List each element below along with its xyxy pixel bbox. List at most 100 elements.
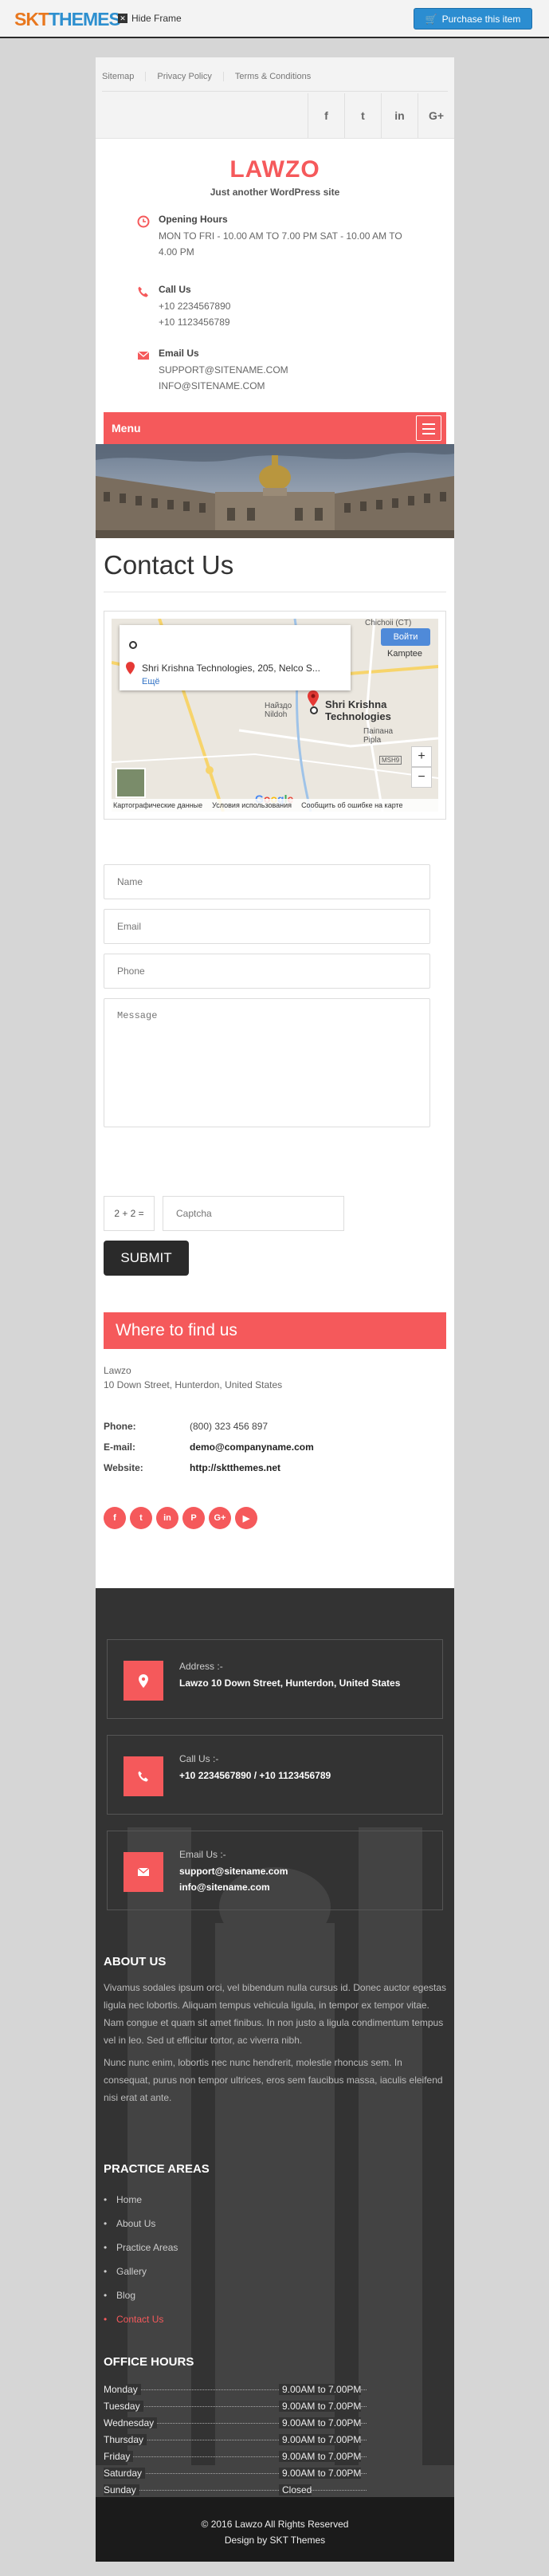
map-card-address: Shri Krishna Technologies, 205, Nelco S.… xyxy=(142,663,320,674)
social-icons-row: f t in P G+ ▶ xyxy=(104,1507,257,1529)
linkedin-icon[interactable]: in xyxy=(381,93,418,138)
office-hours-heading: OFFICE HOURS xyxy=(104,2355,194,2369)
copyright-text: © 2016 Lawzo All Rights Reserved xyxy=(201,2519,349,2530)
footer-email-1[interactable]: support@sitename.com xyxy=(179,1863,288,1879)
map-embed: Chichoii (CT) Kamptee Найздо Nildoh Паіп… xyxy=(104,611,446,820)
phone-field[interactable] xyxy=(104,954,430,989)
footer-link-home[interactable]: Home xyxy=(104,2188,178,2212)
website-label: Website: xyxy=(104,1462,143,1473)
email-address-2: INFO@SITENAME.COM xyxy=(159,380,265,391)
hamburger-icon[interactable] xyxy=(416,415,441,441)
hours-day: Thursday xyxy=(104,2434,147,2445)
email-us-block: Email Us SUPPORT@SITENAME.COM INFO@SITEN… xyxy=(137,348,424,395)
map-canvas[interactable]: Chichoii (CT) Kamptee Найздо Nildoh Паіп… xyxy=(112,619,438,812)
email-label: E-mail: xyxy=(104,1441,136,1453)
facebook-icon[interactable]: f xyxy=(308,93,344,138)
brand-suffix: THEMES xyxy=(49,9,121,29)
location-address: 10 Down Street, Hunterdon, United States xyxy=(104,1379,283,1390)
footer-link-about-us[interactable]: About Us xyxy=(104,2212,178,2236)
phone-icon xyxy=(124,1756,163,1796)
privacy-policy-link[interactable]: Privacy Policy xyxy=(157,72,224,81)
hours-day: Friday xyxy=(104,2451,134,2462)
footer-link-contact-us[interactable]: Contact Us xyxy=(104,2307,178,2331)
map-label: Паіпана Pipla xyxy=(363,727,394,745)
map-login-button[interactable]: Войти xyxy=(381,628,430,646)
captcha-field[interactable] xyxy=(163,1196,344,1231)
about-us-paragraph-2: Nunc nunc enim, lobortis nec nunc hendre… xyxy=(104,2057,443,2103)
google-plus-icon[interactable]: G+ xyxy=(418,93,454,138)
hours-time: 9.00AM to 7.00PM xyxy=(279,2384,362,2395)
facebook-icon[interactable]: f xyxy=(104,1507,126,1529)
terms-link[interactable]: Terms & Conditions xyxy=(235,72,322,81)
linkedin-icon[interactable]: in xyxy=(156,1507,178,1529)
phone-value: (800) 323 456 897 xyxy=(190,1421,269,1432)
email-value[interactable]: demo@companyname.com xyxy=(190,1441,314,1453)
zoom-out-button[interactable]: − xyxy=(411,767,432,788)
hours-time: 9.00AM to 7.00PM xyxy=(279,2434,362,2445)
sitemap-link[interactable]: Sitemap xyxy=(102,72,147,81)
zoom-in-button[interactable]: + xyxy=(411,746,432,767)
youtube-icon[interactable]: ▶ xyxy=(235,1507,257,1529)
map-login-label: Войти xyxy=(393,632,418,642)
site-title[interactable]: LAWZO xyxy=(96,156,454,183)
header-banner-image xyxy=(96,444,454,538)
footer-link-gallery[interactable]: Gallery xyxy=(104,2259,178,2283)
call-us-values: +10 2234567890 +10 1123456789 xyxy=(159,298,414,330)
footer-call-box: Call Us :- +10 2234567890 / +10 11234567… xyxy=(107,1735,443,1815)
where-to-find-us-heading: Where to find us xyxy=(104,1312,446,1349)
footer-link-practice-areas[interactable]: Practice Areas xyxy=(104,2236,178,2259)
pinterest-icon[interactable]: P xyxy=(182,1507,205,1529)
google-plus-icon[interactable]: G+ xyxy=(209,1507,231,1529)
map-report-link[interactable]: Сообщить об ошибке на карте xyxy=(301,801,402,809)
map-pin-icon xyxy=(126,662,135,678)
map-label: Chichoii (CT) xyxy=(365,619,412,627)
header-social-links: f t in G+ xyxy=(308,93,454,138)
map-business-label: Shri Krishna Technologies xyxy=(325,698,391,722)
purchase-button[interactable]: 🛒 Purchase this item xyxy=(414,8,532,29)
skt-themes-logo[interactable]: SKTTHEMES xyxy=(14,9,121,30)
map-terms-link[interactable]: Условия использования xyxy=(212,801,292,809)
footer-address-box: Address :- Lawzo 10 Down Street, Hunterd… xyxy=(107,1639,443,1719)
email-us-values: SUPPORT@SITENAME.COM INFO@SITENAME.COM xyxy=(159,362,414,394)
practice-areas-list: Home About Us Practice Areas Gallery Blo… xyxy=(104,2188,178,2331)
hours-time: 9.00AM to 7.00PM xyxy=(279,2417,362,2429)
site-footer: Address :- Lawzo 10 Down Street, Hunterd… xyxy=(96,1588,454,2562)
footer-email-values: support@sitename.com info@sitename.com xyxy=(179,1863,288,1895)
footer-email-2[interactable]: info@sitename.com xyxy=(179,1879,288,1895)
hours-time: 9.00AM to 7.00PM xyxy=(279,2468,362,2479)
envelope-icon xyxy=(124,1852,163,1892)
submit-button[interactable]: SUBMIT xyxy=(104,1241,189,1276)
main-menu-bar[interactable]: Menu xyxy=(104,412,446,444)
page-frame: Sitemap Privacy Policy Terms & Condition… xyxy=(96,57,454,2562)
brand-prefix: SKT xyxy=(14,9,49,29)
office-hours-list: Monday 9.00AM to 7.00PM Tuesday 9.00AM to … xyxy=(104,2382,367,2499)
map-data-link[interactable]: Картографические данные xyxy=(113,801,202,809)
twitter-icon[interactable]: t xyxy=(130,1507,152,1529)
name-field[interactable] xyxy=(104,864,430,899)
site-tagline: Just another WordPress site xyxy=(210,187,340,198)
opening-hours-title: Opening Hours xyxy=(159,214,228,225)
phone-label: Phone: xyxy=(104,1421,136,1432)
map-card-more-link[interactable]: Ещё xyxy=(142,677,160,686)
about-us-paragraph-1: Vivamus sodales ipsum orci, vel bibendum… xyxy=(104,1982,446,2046)
footer-link-blog[interactable]: Blog xyxy=(104,2283,178,2307)
captcha-question: 2 + 2 = xyxy=(104,1196,155,1231)
menu-label: Menu xyxy=(112,422,141,435)
message-field[interactable] xyxy=(104,998,430,1127)
page-title: Contact Us xyxy=(104,550,234,580)
hours-day: Wednesday xyxy=(104,2417,158,2429)
hours-day: Tuesday xyxy=(104,2401,143,2412)
hide-frame-link[interactable]: ✕ Hide Frame xyxy=(118,13,182,24)
website-value[interactable]: http://sktthemes.net xyxy=(190,1462,280,1473)
hide-frame-label: Hide Frame xyxy=(131,13,182,24)
phone-number-2: +10 1123456789 xyxy=(159,317,230,328)
email-field[interactable] xyxy=(104,909,430,944)
design-credit[interactable]: Design by SKT Themes xyxy=(96,2532,454,2548)
map-marker-icon xyxy=(124,1661,163,1701)
close-icon: ✕ xyxy=(118,14,127,23)
hours-time: 9.00AM to 7.00PM xyxy=(279,2401,362,2412)
hours-day: Sunday xyxy=(104,2484,139,2495)
envelope-icon xyxy=(137,349,150,362)
email-address-1: SUPPORT@SITENAME.COM xyxy=(159,364,288,376)
twitter-icon[interactable]: t xyxy=(344,93,381,138)
